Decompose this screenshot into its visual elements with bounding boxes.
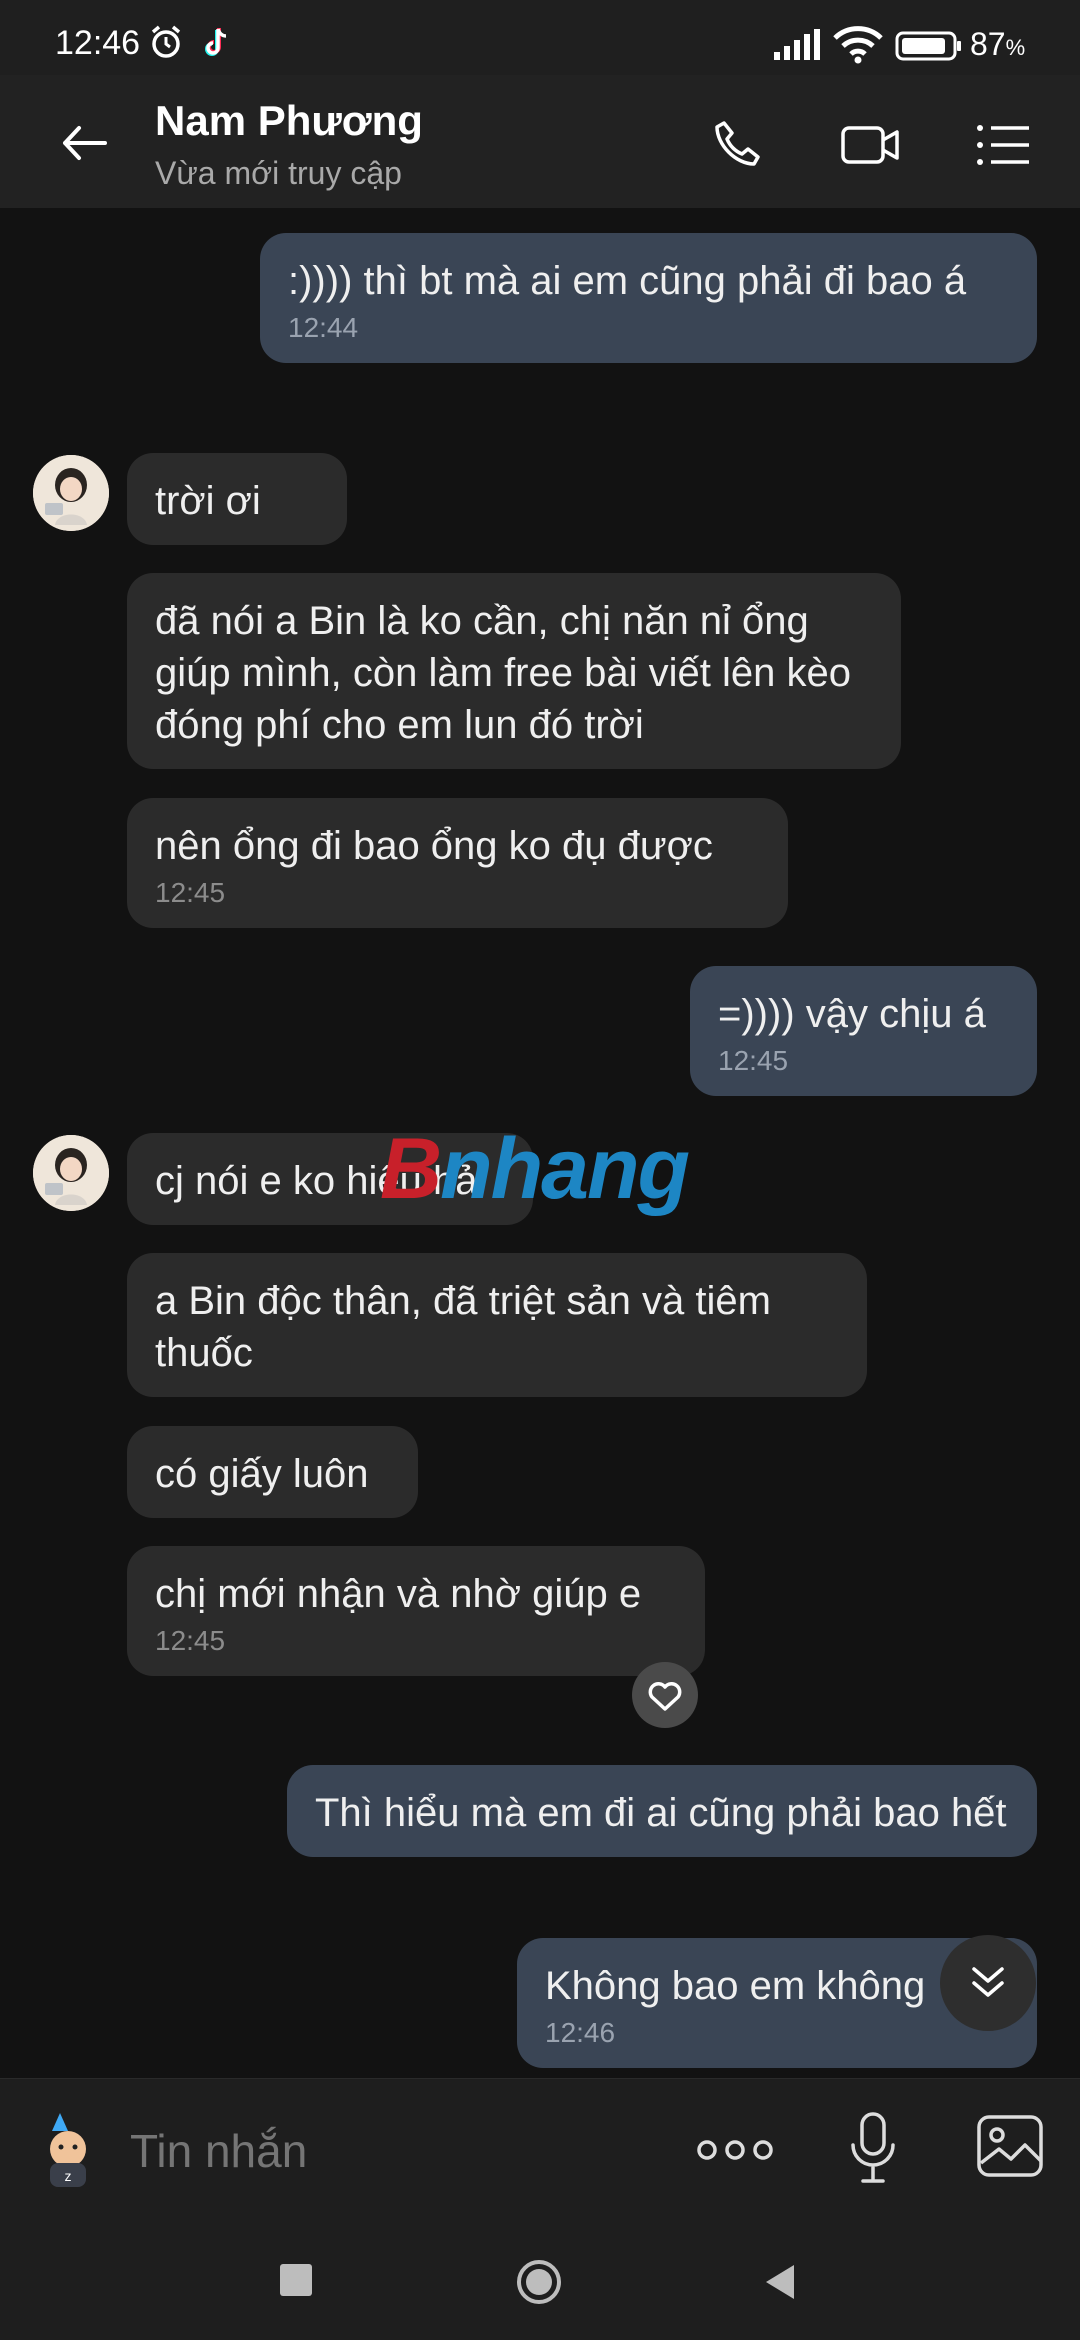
message-text: :)))) thì bt mà ai em cũng phải đi bao á <box>288 259 967 303</box>
message-text: a Bin độc thân, đã triệt sản và tiêm thu… <box>155 1279 771 1375</box>
message-incoming[interactable]: chị mới nhận và nhờ giúp e 12:45 <box>127 1546 705 1676</box>
battery-icon <box>895 31 961 61</box>
avatar[interactable] <box>33 1135 109 1211</box>
avatar-image <box>33 455 109 531</box>
watermark-logo: Bnhang <box>380 1121 690 1217</box>
phone-call-icon[interactable] <box>710 117 766 173</box>
status-bar: 12:46 87% <box>0 0 1080 75</box>
list-menu-icon[interactable] <box>975 120 1031 170</box>
message-incoming[interactable]: a Bin độc thân, đã triệt sản và tiêm thu… <box>127 1253 867 1397</box>
battery-percentage: 87% <box>970 26 1026 62</box>
message-incoming[interactable]: có giấy luôn <box>127 1426 418 1518</box>
message-text: =)))) vậy chịu á <box>718 992 986 1036</box>
status-time: 12:46 <box>55 24 141 62</box>
contact-status: Vừa mới truy cập <box>155 155 402 191</box>
video-call-icon[interactable] <box>840 120 900 170</box>
message-time: 12:44 <box>288 312 359 343</box>
message-incoming[interactable]: trời ơi <box>127 453 347 545</box>
react-button[interactable] <box>632 1662 698 1728</box>
message-time: 12:45 <box>155 877 226 908</box>
chat-header: Nam Phương Vừa mới truy cập <box>0 75 1080 208</box>
message-incoming[interactable]: nên ổng đi bao ổng ko đụ được 12:45 <box>127 798 788 928</box>
wifi-icon <box>833 26 883 64</box>
heart-icon <box>648 1682 682 1711</box>
message-text: có giấy luôn <box>155 1452 369 1496</box>
message-time: 12:45 <box>155 1625 226 1656</box>
message-composer: z <box>0 2078 1080 2219</box>
contact-name[interactable]: Nam Phương <box>155 97 423 145</box>
message-time: 12:45 <box>718 1045 789 1076</box>
system-navigation-bar <box>0 2218 1080 2340</box>
message-text: đã nói a Bin là ko cần, chị năn nỉ ổng g… <box>155 599 851 747</box>
home-button-icon[interactable] <box>515 2258 563 2306</box>
message-text: trời ơi <box>155 479 261 523</box>
back-arrow-icon[interactable] <box>55 113 115 173</box>
avatar[interactable] <box>33 455 109 531</box>
recent-apps-button[interactable] <box>280 2264 312 2296</box>
alarm-icon <box>151 25 181 58</box>
message-outgoing[interactable]: :)))) thì bt mà ai em cũng phải đi bao á… <box>260 233 1037 363</box>
microphone-icon[interactable] <box>845 2111 901 2185</box>
back-triangle-icon[interactable] <box>762 2262 798 2302</box>
more-options-icon[interactable] <box>695 2127 775 2173</box>
message-input[interactable] <box>128 2115 652 2187</box>
avatar-image <box>33 1135 109 1211</box>
message-text: chị mới nhận và nhờ giúp e <box>155 1572 642 1616</box>
message-text: Không bao em không <box>545 1964 926 2008</box>
message-text: Thì hiểu mà em đi ai cũng phải bao hết <box>315 1791 1007 1835</box>
sticker-icon[interactable]: z <box>30 2109 106 2189</box>
message-outgoing[interactable]: =)))) vậy chịu á 12:45 <box>690 966 1037 1096</box>
double-chevron-down-icon <box>972 1967 1004 1997</box>
image-gallery-icon[interactable] <box>975 2111 1045 2181</box>
tiktok-icon <box>205 28 227 56</box>
signal-icon <box>774 29 820 60</box>
message-text: nên ổng đi bao ổng ko đụ được <box>155 824 713 868</box>
scroll-to-bottom-button[interactable] <box>940 1935 1036 2031</box>
svg-text:z: z <box>65 2168 72 2184</box>
message-incoming[interactable]: đã nói a Bin là ko cần, chị năn nỉ ổng g… <box>127 573 901 769</box>
message-outgoing[interactable]: Thì hiểu mà em đi ai cũng phải bao hết <box>287 1765 1037 1857</box>
